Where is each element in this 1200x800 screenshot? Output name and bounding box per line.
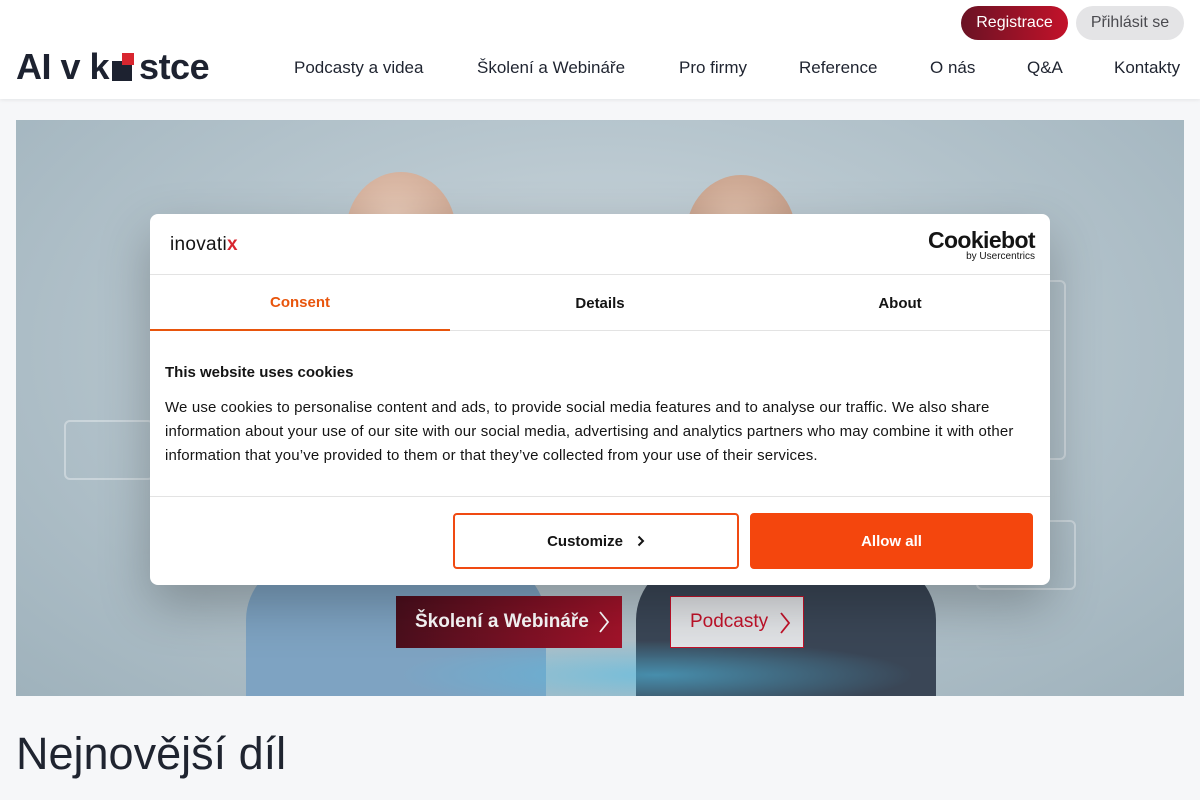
nav-item-o-nas[interactable]: O nás	[930, 58, 975, 78]
hero-trainings-label: Školení a Webináře	[415, 611, 589, 632]
chevron-right-icon	[780, 612, 791, 634]
latest-episode-heading: Nejnovější díl	[16, 728, 287, 779]
chevron-right-icon	[599, 611, 610, 633]
nav-item-pro-firmy[interactable]: Pro firmy	[679, 58, 747, 78]
cookie-dialog-header: inovatix Cookiebot by Usercentrics	[150, 214, 1050, 275]
cookie-dialog-body: This website uses cookies We use cookies…	[165, 364, 1040, 468]
customize-button[interactable]: Customize	[453, 513, 739, 569]
customize-label: Customize	[547, 532, 623, 550]
hero-trainings-button[interactable]: Školení a Webináře	[396, 596, 622, 648]
chevron-right-icon	[637, 535, 645, 547]
site-header: AI v k stce Registrace Přihlásit se Podc…	[0, 0, 1200, 99]
hero-podcasts-button[interactable]: Podcasty	[670, 596, 804, 648]
nav-item-qa[interactable]: Q&A	[1027, 58, 1063, 78]
cookiebot-logo[interactable]: Cookiebot by Usercentrics	[928, 228, 1036, 262]
cookie-dialog-tabs: Consent Details About	[150, 275, 1050, 331]
tab-consent[interactable]: Consent	[150, 275, 450, 331]
inovatix-logo: inovatix	[170, 234, 238, 255]
cookie-dialog-footer: Customize Allow all	[150, 496, 1050, 585]
tab-details[interactable]: Details	[450, 275, 750, 331]
nav-item-skoleni[interactable]: Školení a Webináře	[477, 58, 625, 78]
cookie-dialog-title: This website uses cookies	[165, 364, 354, 381]
register-button[interactable]: Registrace	[961, 6, 1068, 40]
tab-about[interactable]: About	[750, 275, 1050, 331]
hero-podcasts-label: Podcasty	[690, 611, 769, 632]
cookie-dialog-text: We use cookies to personalise content an…	[165, 399, 1014, 464]
nav-item-kontakty[interactable]: Kontakty	[1114, 58, 1180, 78]
cookie-consent-dialog: inovatix Cookiebot by Usercentrics Conse…	[150, 214, 1050, 585]
hero-light-glow	[396, 640, 916, 696]
main-nav: Podcasty a videa Školení a Webináře Pro …	[0, 58, 1200, 82]
allow-all-button[interactable]: Allow all	[750, 513, 1033, 569]
hero-hologram-panel	[64, 420, 154, 480]
login-button[interactable]: Přihlásit se	[1076, 6, 1184, 40]
nav-item-podcasty[interactable]: Podcasty a videa	[294, 58, 423, 78]
nav-item-reference[interactable]: Reference	[799, 58, 877, 78]
